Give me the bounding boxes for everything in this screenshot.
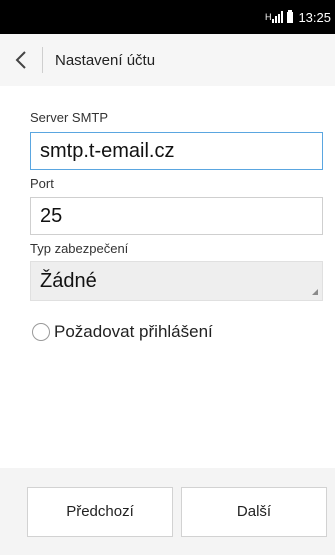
security-type-label: Typ zabezpečení xyxy=(30,241,129,256)
port-label: Port xyxy=(30,176,54,191)
chevron-left-icon xyxy=(15,51,26,69)
button-bar: Předchozí Další xyxy=(0,468,335,555)
smtp-settings-form: Server SMTP smtp.t-email.cz Port 25 Typ … xyxy=(0,86,335,468)
app-header: Nastavení účtu xyxy=(0,34,335,87)
dropdown-corner-icon xyxy=(312,289,318,295)
network-type-indicator: H xyxy=(264,12,272,22)
next-button[interactable]: Další xyxy=(181,487,327,537)
header-divider xyxy=(42,47,43,73)
status-time: 13:25 xyxy=(298,9,331,25)
back-button[interactable] xyxy=(0,34,42,86)
status-bar: H 13:25 xyxy=(0,0,335,34)
require-login-label: Požadovat přihlášení xyxy=(54,322,213,341)
security-type-value: Žádné xyxy=(40,270,97,292)
server-label: Server SMTP xyxy=(30,110,109,125)
server-input[interactable]: smtp.t-email.cz xyxy=(30,132,323,170)
page-title: Nastavení účtu xyxy=(55,51,156,69)
signal-strength-icon xyxy=(272,11,284,23)
port-input[interactable]: 25 xyxy=(30,197,323,235)
battery-icon xyxy=(287,9,294,23)
security-type-select[interactable]: Žádné xyxy=(30,261,323,301)
previous-button[interactable]: Předchozí xyxy=(27,487,173,537)
require-login-option[interactable]: Požadovat přihlášení xyxy=(32,320,213,344)
require-login-checkbox[interactable] xyxy=(32,323,50,341)
